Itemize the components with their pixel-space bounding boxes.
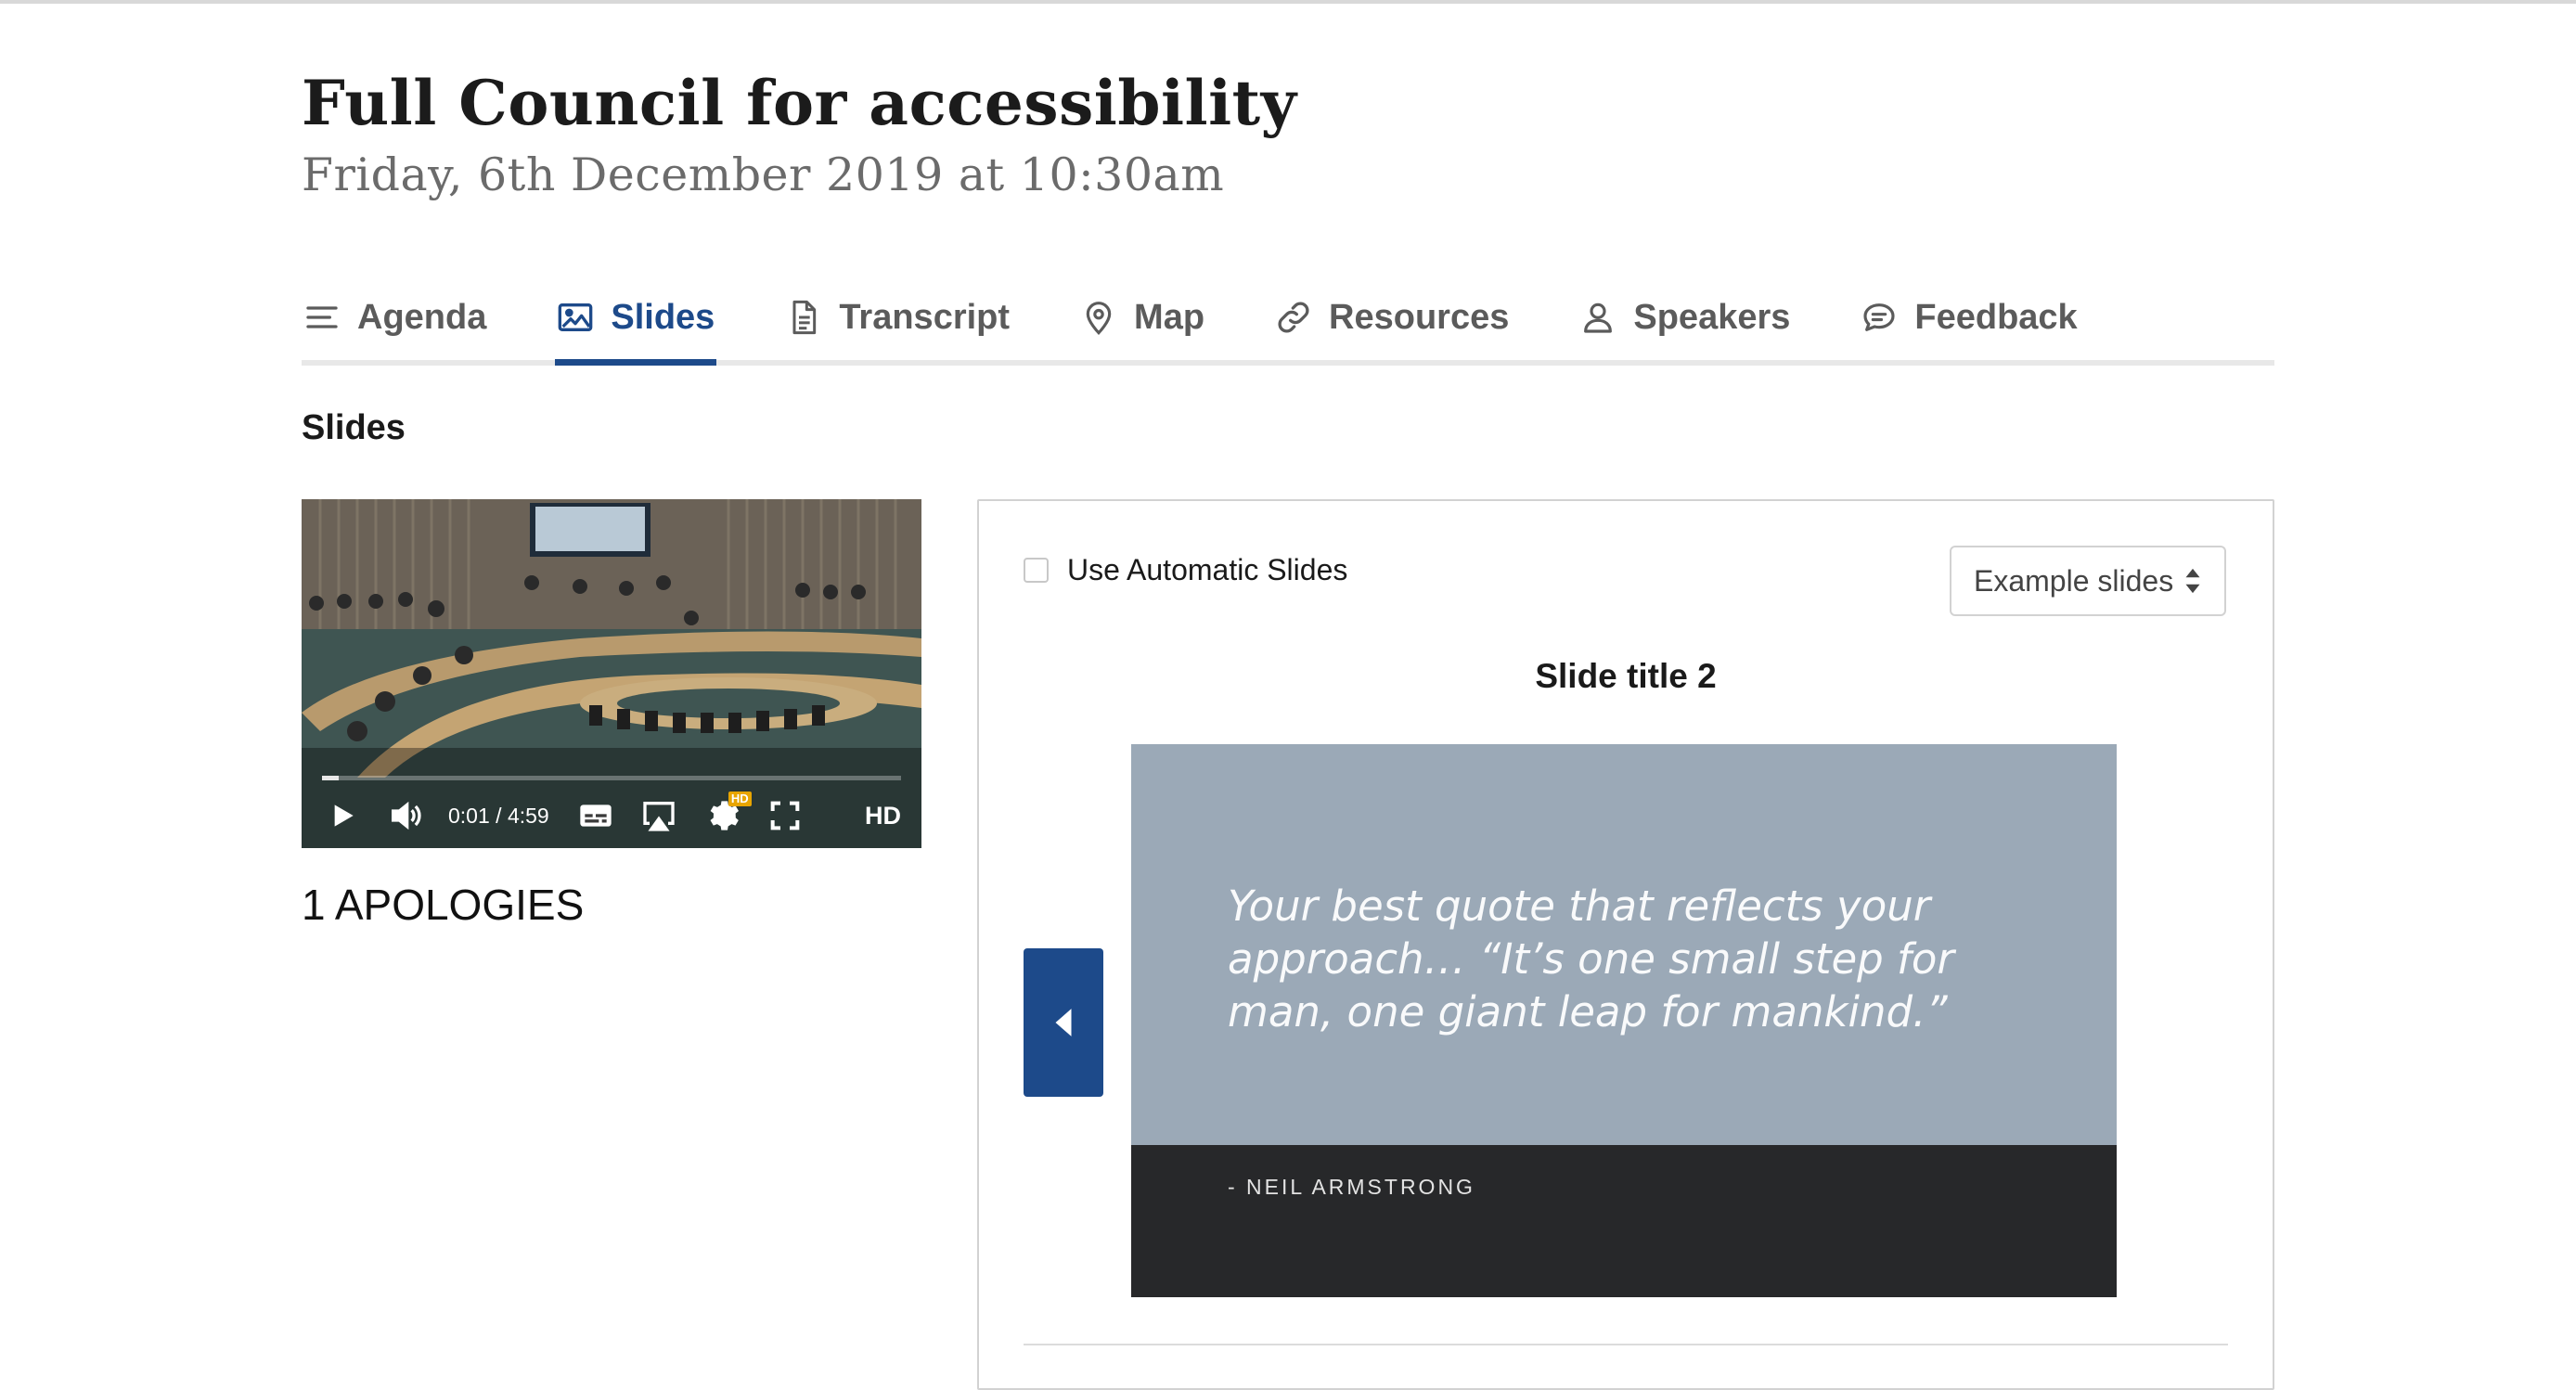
airplay-icon[interactable] bbox=[638, 795, 679, 836]
tab-label: Transcript bbox=[839, 297, 1011, 337]
meeting-page: Full Council for accessibility Friday, 6… bbox=[302, 0, 2274, 1390]
video-current-time: 0:01 bbox=[448, 803, 490, 828]
tab-label: Feedback bbox=[1914, 297, 2078, 337]
tab-transcript[interactable]: Transcript bbox=[783, 286, 1011, 360]
auto-slides-label: Use Automatic Slides bbox=[1067, 553, 1348, 586]
person-icon bbox=[1579, 299, 1616, 336]
settings-gear-icon[interactable]: HD bbox=[702, 792, 752, 836]
document-icon bbox=[785, 299, 822, 336]
play-icon[interactable] bbox=[322, 795, 363, 836]
section-heading: Slides bbox=[302, 408, 406, 447]
fullscreen-icon[interactable] bbox=[765, 795, 805, 836]
slide-footer: - NEIL ARMSTRONG bbox=[1131, 1145, 2117, 1297]
tab-label: Agenda bbox=[357, 297, 487, 337]
tab-slides[interactable]: Slides bbox=[555, 286, 717, 366]
tab-speakers[interactable]: Speakers bbox=[1578, 286, 1792, 360]
tab-label: Resources bbox=[1329, 297, 1510, 337]
hd-quality-label[interactable]: HD bbox=[865, 802, 901, 830]
chevron-left-icon bbox=[1055, 1009, 1072, 1036]
meeting-datetime: Friday, 6th December 2019 at 10:30am bbox=[302, 148, 1225, 201]
video-time-separator: / bbox=[496, 803, 502, 828]
meeting-tabs: Agenda Slides Transcript Map Resources S… bbox=[302, 286, 2274, 366]
previous-slide-button[interactable] bbox=[1024, 948, 1103, 1097]
video-player[interactable]: 0:01 / 4:59 HD HD bbox=[302, 499, 921, 848]
map-pin-icon bbox=[1080, 299, 1117, 336]
menu-lines-icon bbox=[303, 299, 341, 336]
video-duration: 4:59 bbox=[507, 803, 549, 828]
slide-set-selected: Example slides bbox=[1974, 563, 2174, 598]
panel-divider bbox=[1024, 1344, 2228, 1345]
sort-caret-icon bbox=[2185, 568, 2200, 594]
slide-title: Slide title 2 bbox=[1535, 657, 1717, 695]
link-icon bbox=[1275, 299, 1312, 336]
slides-panel: Use Automatic Slides Example slides Slid… bbox=[977, 499, 2274, 1390]
meeting-title: Full Council for accessibility bbox=[302, 67, 1297, 139]
video-controls: 0:01 / 4:59 HD HD bbox=[302, 783, 921, 848]
speech-bubble-icon bbox=[1861, 299, 1898, 336]
slide-attribution: - NEIL ARMSTRONG bbox=[1228, 1175, 1475, 1199]
hd-badge: HD bbox=[728, 792, 752, 806]
tab-label: Slides bbox=[611, 297, 715, 337]
video-progress-bar[interactable] bbox=[322, 776, 901, 780]
video-progress-fill bbox=[322, 776, 340, 780]
tab-label: Map bbox=[1134, 297, 1205, 337]
auto-slides-checkbox[interactable] bbox=[1024, 558, 1049, 583]
slide-image: Your best quote that reflects your appro… bbox=[1131, 744, 2117, 1297]
tab-agenda[interactable]: Agenda bbox=[302, 286, 488, 360]
tab-resources[interactable]: Resources bbox=[1273, 286, 1511, 360]
auto-slides-toggle[interactable]: Use Automatic Slides bbox=[1024, 553, 1347, 587]
slide-set-select[interactable]: Example slides bbox=[1950, 546, 2226, 616]
tab-label: Speakers bbox=[1633, 297, 1791, 337]
volume-icon[interactable] bbox=[385, 795, 426, 836]
image-icon bbox=[557, 299, 594, 336]
video-time: 0:01 / 4:59 bbox=[448, 804, 549, 829]
captions-icon[interactable] bbox=[575, 795, 616, 836]
tab-map[interactable]: Map bbox=[1078, 286, 1206, 360]
tab-feedback[interactable]: Feedback bbox=[1859, 286, 2079, 360]
current-agenda-item: 1 APOLOGIES bbox=[302, 881, 585, 929]
slide-quote: Your best quote that reflects your appro… bbox=[1228, 882, 1954, 1036]
